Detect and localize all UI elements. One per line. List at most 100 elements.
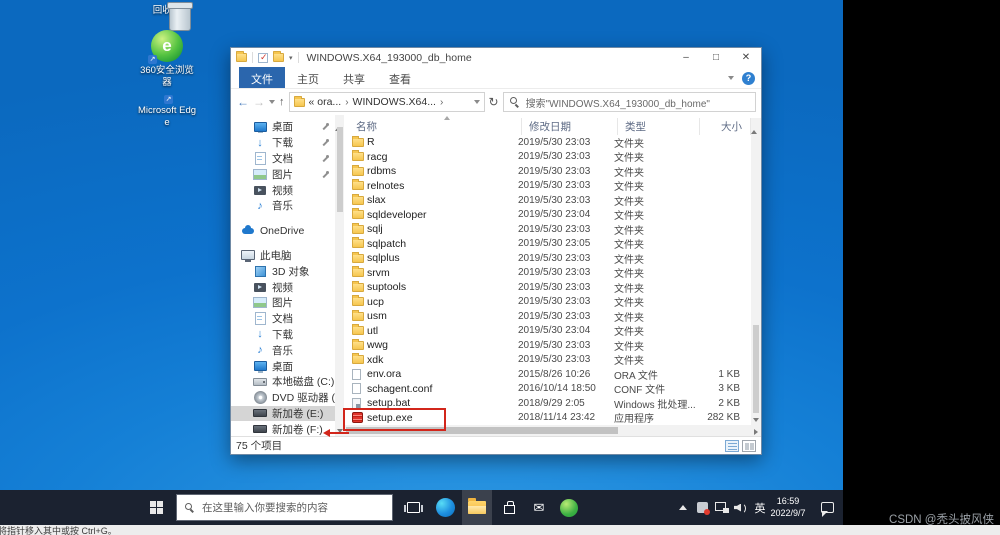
nav-item[interactable]: 3D 对象	[231, 263, 335, 279]
large-icons-view-button[interactable]	[742, 440, 756, 452]
recent-locations-icon[interactable]	[269, 100, 275, 104]
taskbar-explorer-button[interactable]	[462, 490, 492, 525]
search-box[interactable]: 搜索"WINDOWS.X64_193000_db_home"	[503, 92, 756, 112]
file-name: slax	[367, 194, 518, 206]
address-dropdown-icon[interactable]	[474, 100, 480, 104]
nav-item[interactable]: 新加卷 (E:)	[231, 406, 335, 422]
minimize-button[interactable]: –	[671, 48, 701, 67]
quick-access-new-folder-icon[interactable]	[273, 53, 284, 62]
file-row[interactable]: R 2019/5/30 23:03 文件夹	[344, 135, 751, 150]
breadcrumb-segment[interactable]: WINDOWS.X64...	[353, 96, 436, 108]
file-row[interactable]: wwg 2019/5/30 23:03 文件夹	[344, 338, 751, 353]
tray-volume-button[interactable]	[731, 490, 751, 525]
ribbon-tab[interactable]: 共享	[331, 67, 377, 88]
maximize-button[interactable]: □	[701, 48, 731, 67]
taskbar-store-button[interactable]	[494, 490, 524, 525]
scrollbar-thumb[interactable]	[753, 325, 759, 413]
store-icon	[504, 505, 515, 514]
start-button[interactable]	[140, 490, 172, 525]
breadcrumb-segment[interactable]: « ora...	[309, 96, 342, 108]
column-header-type[interactable]: 类型	[618, 118, 700, 135]
taskbar-edge-button[interactable]	[430, 490, 460, 525]
items-count: 75 个项目	[236, 438, 282, 453]
desktop[interactable]: 回收站 360安全浏览器 Microsoft Edge ▾ WINDOWS.X6…	[0, 0, 843, 525]
nav-item[interactable]: 图片	[231, 295, 335, 311]
nav-item[interactable]: 文档	[231, 311, 335, 327]
taskbar-search[interactable]: 在这里输入你要搜索的内容	[176, 494, 393, 521]
nav-pane: 桌面 下载 文档	[231, 115, 335, 436]
nav-item[interactable]: 下载	[231, 327, 335, 343]
search-input[interactable]: 搜索"WINDOWS.X64_193000_db_home"	[526, 95, 710, 110]
ribbon-tab[interactable]: 文件	[239, 67, 285, 88]
address-box[interactable]: « ora... WINDOWS.X64...	[289, 92, 485, 112]
scrollbar-thumb[interactable]	[337, 127, 343, 212]
nav-item[interactable]: OneDrive	[231, 223, 335, 239]
file-row[interactable]: rdbms 2019/5/30 23:03 文件夹	[344, 164, 751, 179]
nav-item[interactable]: 本地磁盘 (C:)	[231, 374, 335, 390]
file-type: 文件夹	[614, 135, 696, 150]
tray-app-icon-button[interactable]	[692, 490, 712, 525]
taskbar-360-button[interactable]	[554, 490, 584, 525]
nav-item[interactable]: 视频	[231, 182, 335, 198]
file-list-vertical-scrollbar[interactable]	[751, 118, 761, 425]
file-row[interactable]: xdk 2019/5/30 23:03 文件夹	[344, 353, 751, 368]
file-row[interactable]: relnotes 2019/5/30 23:03 文件夹	[344, 179, 751, 194]
nav-item-label: 新加卷 (F:)	[272, 422, 323, 436]
file-row[interactable]: utl 2019/5/30 23:04 文件夹	[344, 324, 751, 339]
nav-item[interactable]: 此电脑	[231, 248, 335, 264]
forward-button[interactable]: →	[253, 96, 265, 108]
file-row[interactable]: env.ora 2015/8/26 10:26 ORA 文件 1 KB	[344, 367, 751, 382]
column-header-date[interactable]: 修改日期	[522, 118, 618, 135]
taskbar-mail-button[interactable]	[524, 490, 554, 525]
desktop-icon-360-browser[interactable]: 360安全浏览器	[137, 30, 197, 88]
file-row[interactable]: suptools 2019/5/30 23:03 文件夹	[344, 280, 751, 295]
nav-item[interactable]: 下载	[231, 135, 335, 151]
action-center-button[interactable]	[814, 490, 840, 525]
file-row[interactable]: sqlj 2019/5/30 23:03 文件夹	[344, 222, 751, 237]
column-header-name[interactable]: 名称	[344, 118, 522, 135]
scroll-right-icon[interactable]	[754, 429, 758, 435]
nav-item[interactable]: 桌面	[231, 119, 335, 135]
back-button[interactable]: ←	[237, 96, 249, 108]
nav-item[interactable]: 视频	[231, 279, 335, 295]
task-view-button[interactable]	[398, 490, 428, 525]
ribbon-collapse-icon[interactable]	[728, 76, 734, 80]
details-view-button[interactable]	[725, 440, 739, 452]
nav-item[interactable]: 新加卷 (F:)	[231, 421, 335, 436]
file-row[interactable]: ucp 2019/5/30 23:03 文件夹	[344, 295, 751, 310]
file-row[interactable]: srvm 2019/5/30 23:03 文件夹	[344, 266, 751, 281]
scroll-down-icon[interactable]	[753, 418, 759, 422]
taskbar-search-input[interactable]: 在这里输入你要搜索的内容	[202, 500, 328, 515]
help-icon[interactable]: ?	[742, 72, 755, 85]
ribbon-tab[interactable]: 主页	[285, 67, 331, 88]
desktop-icon-recycle-bin[interactable]: 回收站	[137, 2, 197, 16]
nav-item[interactable]: 音乐	[231, 342, 335, 358]
nav-item[interactable]: 桌面	[231, 358, 335, 374]
refresh-icon[interactable]	[489, 95, 499, 109]
ribbon-tab[interactable]: 查看	[377, 67, 423, 88]
nav-item[interactable]: 图片	[231, 166, 335, 182]
file-type-icon	[352, 167, 364, 176]
file-row[interactable]: slax 2019/5/30 23:03 文件夹	[344, 193, 751, 208]
quick-access-dropdown-icon[interactable]: ▾	[289, 54, 293, 62]
nav-item[interactable]: 文档	[231, 151, 335, 167]
tray-show-hidden-icons[interactable]	[674, 490, 692, 525]
nav-item[interactable]: DVD 驱动器 (D:	[231, 390, 335, 406]
file-row[interactable]: sqldeveloper 2019/5/30 23:04 文件夹	[344, 208, 751, 223]
nav-item[interactable]: 音乐	[231, 198, 335, 214]
quick-access-properties-icon[interactable]	[258, 53, 268, 63]
nav-item-icon	[253, 152, 267, 165]
file-row[interactable]: sqlpatch 2019/5/30 23:05 文件夹	[344, 237, 751, 252]
file-row[interactable]: racg 2019/5/30 23:03 文件夹	[344, 150, 751, 165]
up-button[interactable]: ↑	[279, 97, 285, 108]
tray-network-button[interactable]	[712, 490, 732, 525]
file-row[interactable]: sqlplus 2019/5/30 23:03 文件夹	[344, 251, 751, 266]
column-header-size[interactable]: 大小	[700, 118, 751, 135]
scroll-up-icon[interactable]	[751, 118, 757, 134]
desktop-icon-edge[interactable]: Microsoft Edge	[137, 102, 197, 128]
file-row[interactable]: schagent.conf 2016/10/14 18:50 CONF 文件 3…	[344, 382, 751, 397]
tray-clock[interactable]: 16:59 2022/9/7	[764, 490, 812, 525]
nav-scrollbar[interactable]	[335, 115, 344, 436]
file-row[interactable]: usm 2019/5/30 23:03 文件夹	[344, 309, 751, 324]
close-button[interactable]: ✕	[731, 48, 761, 67]
